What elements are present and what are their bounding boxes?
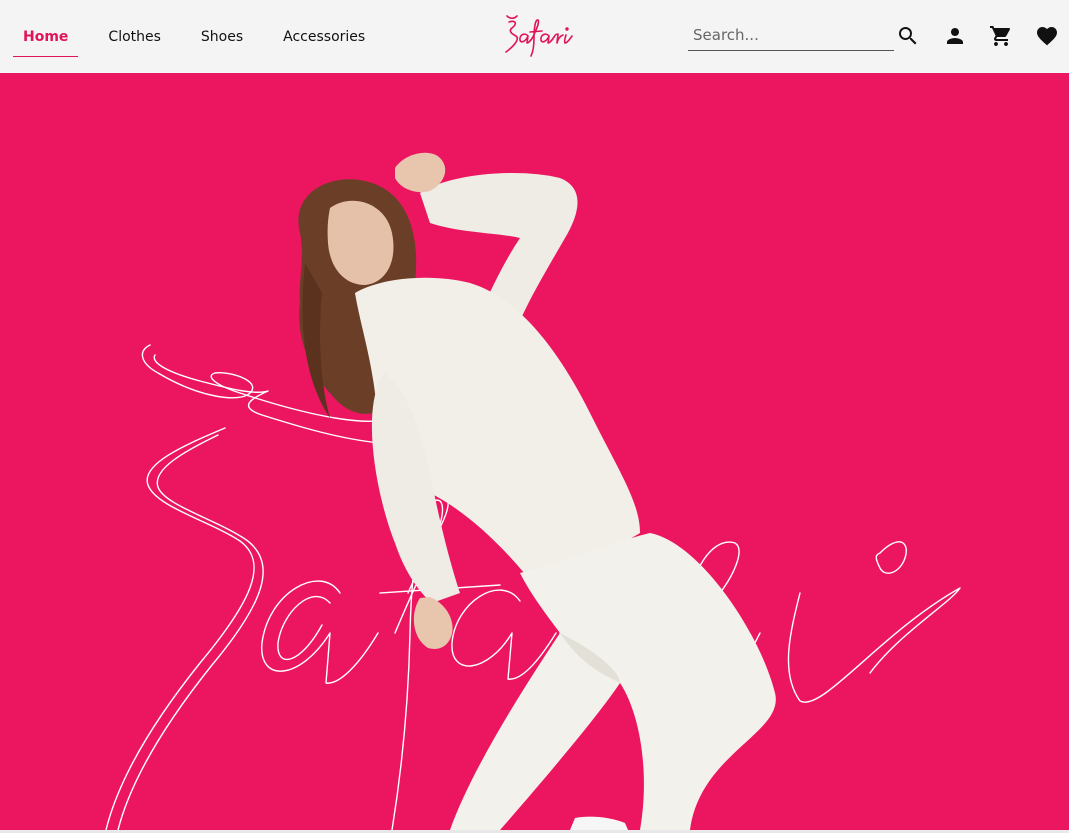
nav-link-shoes[interactable]: Shoes — [201, 0, 243, 73]
main-nav: Home Clothes Shoes Accessories — [13, 0, 365, 73]
model-figure — [298, 152, 776, 830]
shopping-cart-icon[interactable] — [989, 24, 1013, 48]
person-icon[interactable] — [943, 24, 967, 48]
top-navbar: Home Clothes Shoes Accessories — [0, 0, 1069, 73]
search-field[interactable] — [688, 22, 894, 51]
nav-link-accessories[interactable]: Accessories — [283, 0, 365, 73]
hero-illustration — [105, 152, 961, 830]
nav-link-home[interactable]: Home — [13, 0, 79, 73]
nav-link-clothes[interactable]: Clothes — [108, 0, 161, 73]
hero-banner — [0, 73, 1069, 830]
search-icon[interactable] — [896, 24, 920, 48]
search-input[interactable] — [688, 22, 893, 48]
heart-icon[interactable] — [1035, 24, 1059, 48]
brand-logo[interactable] — [500, 10, 580, 60]
